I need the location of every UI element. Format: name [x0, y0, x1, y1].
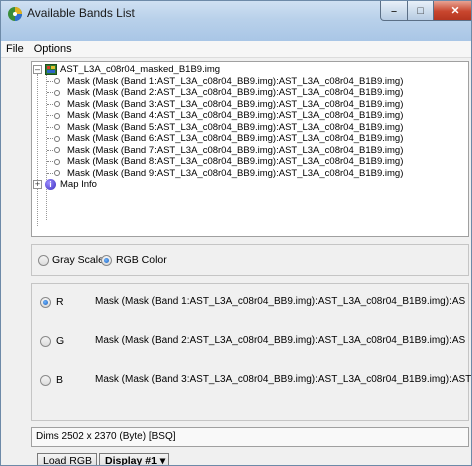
blue-channel-label: B — [56, 374, 64, 386]
available-bands-list-window: Available Bands List – □ ✕ File Options … — [0, 0, 472, 466]
tree-root-file[interactable]: – AST_L3A_c08r04_masked_B1B9.img — [32, 64, 468, 75]
red-channel-radio[interactable] — [40, 297, 51, 308]
band-node-icon — [54, 135, 60, 142]
tree-band-item[interactable]: Mask (Mask (Band 3:AST_L3A_c08r04_BB9.im… — [32, 99, 468, 110]
tree-band-item[interactable]: Mask (Mask (Band 4:AST_L3A_c08r04_BB9.im… — [32, 110, 468, 121]
band-node-icon — [54, 89, 60, 96]
map-info-label: Map Info — [60, 179, 97, 190]
load-rgb-button[interactable]: Load RGB — [37, 453, 97, 465]
green-channel-label: G — [56, 335, 65, 347]
band-node-icon — [54, 158, 60, 165]
color-wheel-icon — [8, 7, 22, 21]
menu-bar: File Options — [1, 41, 471, 58]
band-label: Mask (Mask (Band 3:AST_L3A_c08r04_BB9.im… — [67, 98, 404, 110]
color-mode-group: Gray Scale RGB Color — [31, 244, 469, 276]
tree-connector — [47, 115, 53, 116]
band-node-icon — [54, 78, 60, 84]
tree-map-info[interactable]: + i Map Info — [32, 179, 468, 190]
band-node-icon — [54, 124, 60, 130]
close-icon: ✕ — [450, 4, 460, 17]
raster-file-icon — [45, 64, 57, 75]
band-label: Mask (Mask (Band 2:AST_L3A_c08r04_BB9.im… — [67, 87, 404, 98]
band-node-icon — [54, 112, 60, 119]
maximize-icon: □ — [417, 4, 424, 17]
red-channel-label: R — [56, 296, 64, 308]
band-node-icon — [54, 147, 60, 153]
green-channel-radio[interactable] — [40, 336, 51, 347]
menu-file[interactable]: File — [1, 43, 29, 55]
red-band-field[interactable]: Mask (Mask (Band 1:AST_L3A_c08r04_BB9.im… — [95, 296, 465, 307]
gray-scale-radio[interactable] — [38, 255, 49, 266]
tree-band-item[interactable]: Mask (Mask (Band 6:AST_L3A_c08r04_BB9.im… — [32, 133, 468, 144]
tree-band-item[interactable]: Mask (Mask (Band 1:AST_L3A_c08r04_BB9.im… — [32, 76, 468, 87]
window-title: Available Bands List — [27, 6, 135, 20]
band-tree[interactable]: – AST_L3A_c08r04_masked_B1B9.img Mask (M… — [31, 61, 469, 237]
minimize-icon: – — [391, 4, 397, 17]
gray-scale-label: Gray Scale — [52, 254, 104, 266]
rgb-color-label: RGB Color — [116, 254, 167, 266]
dims-readout: Dims 2502 x 2370 (Byte) [BSQ] — [31, 427, 469, 447]
tree-connector — [47, 138, 53, 139]
band-node-icon — [54, 170, 60, 176]
tree-band-item[interactable]: Mask (Mask (Band 5:AST_L3A_c08r04_BB9.im… — [32, 122, 468, 133]
band-label: Mask (Mask (Band 6:AST_L3A_c08r04_BB9.im… — [67, 133, 404, 144]
blue-band-field[interactable]: Mask (Mask (Band 3:AST_L3A_c08r04_BB9.im… — [95, 374, 471, 385]
tree-band-item[interactable]: Mask (Mask (Band 8:AST_L3A_c08r04_BB9.im… — [32, 156, 468, 167]
tree-root-label: AST_L3A_c08r04_masked_B1B9.img — [60, 64, 221, 75]
map-info-icon: i — [45, 179, 56, 190]
maximize-button[interactable]: □ — [407, 1, 434, 21]
menu-options[interactable]: Options — [29, 43, 77, 55]
blue-channel-radio[interactable] — [40, 375, 51, 386]
title-bar[interactable]: Available Bands List – □ ✕ — [1, 1, 471, 41]
tree-band-item[interactable]: Mask (Mask (Band 2:AST_L3A_c08r04_BB9.im… — [32, 87, 468, 98]
tree-connector — [47, 103, 53, 105]
tree-connector — [47, 126, 53, 128]
rgb-color-radio[interactable] — [101, 255, 112, 266]
green-band-field[interactable]: Mask (Mask (Band 2:AST_L3A_c08r04_BB9.im… — [95, 335, 465, 346]
display-dropdown[interactable]: Display #1 ▾ — [99, 453, 169, 465]
collapse-icon[interactable]: – — [33, 65, 42, 74]
rgb-channel-group: R Mask (Mask (Band 1:AST_L3A_c08r04_BB9.… — [31, 283, 471, 421]
tree-connector — [47, 149, 53, 151]
tree-band-item[interactable]: Mask (Mask (Band 9:AST_L3A_c08r04_BB9.im… — [32, 168, 468, 179]
tree-connector — [47, 92, 53, 93]
tree-connector — [47, 172, 53, 174]
band-label: Mask (Mask (Band 9:AST_L3A_c08r04_BB9.im… — [67, 167, 404, 179]
tree-connector — [47, 80, 53, 82]
band-label: Mask (Mask (Band 1:AST_L3A_c08r04_BB9.im… — [67, 75, 404, 87]
band-label: Mask (Mask (Band 4:AST_L3A_c08r04_BB9.im… — [67, 110, 404, 121]
expand-icon[interactable]: + — [33, 180, 42, 189]
tree-band-item[interactable]: Mask (Mask (Band 7:AST_L3A_c08r04_BB9.im… — [32, 145, 468, 156]
tree-connector — [47, 161, 53, 162]
band-label: Mask (Mask (Band 7:AST_L3A_c08r04_BB9.im… — [67, 144, 404, 156]
band-label: Mask (Mask (Band 8:AST_L3A_c08r04_BB9.im… — [67, 156, 404, 167]
minimize-button[interactable]: – — [380, 1, 408, 21]
band-node-icon — [54, 101, 60, 107]
band-label: Mask (Mask (Band 5:AST_L3A_c08r04_BB9.im… — [67, 121, 404, 133]
close-button[interactable]: ✕ — [433, 1, 471, 21]
